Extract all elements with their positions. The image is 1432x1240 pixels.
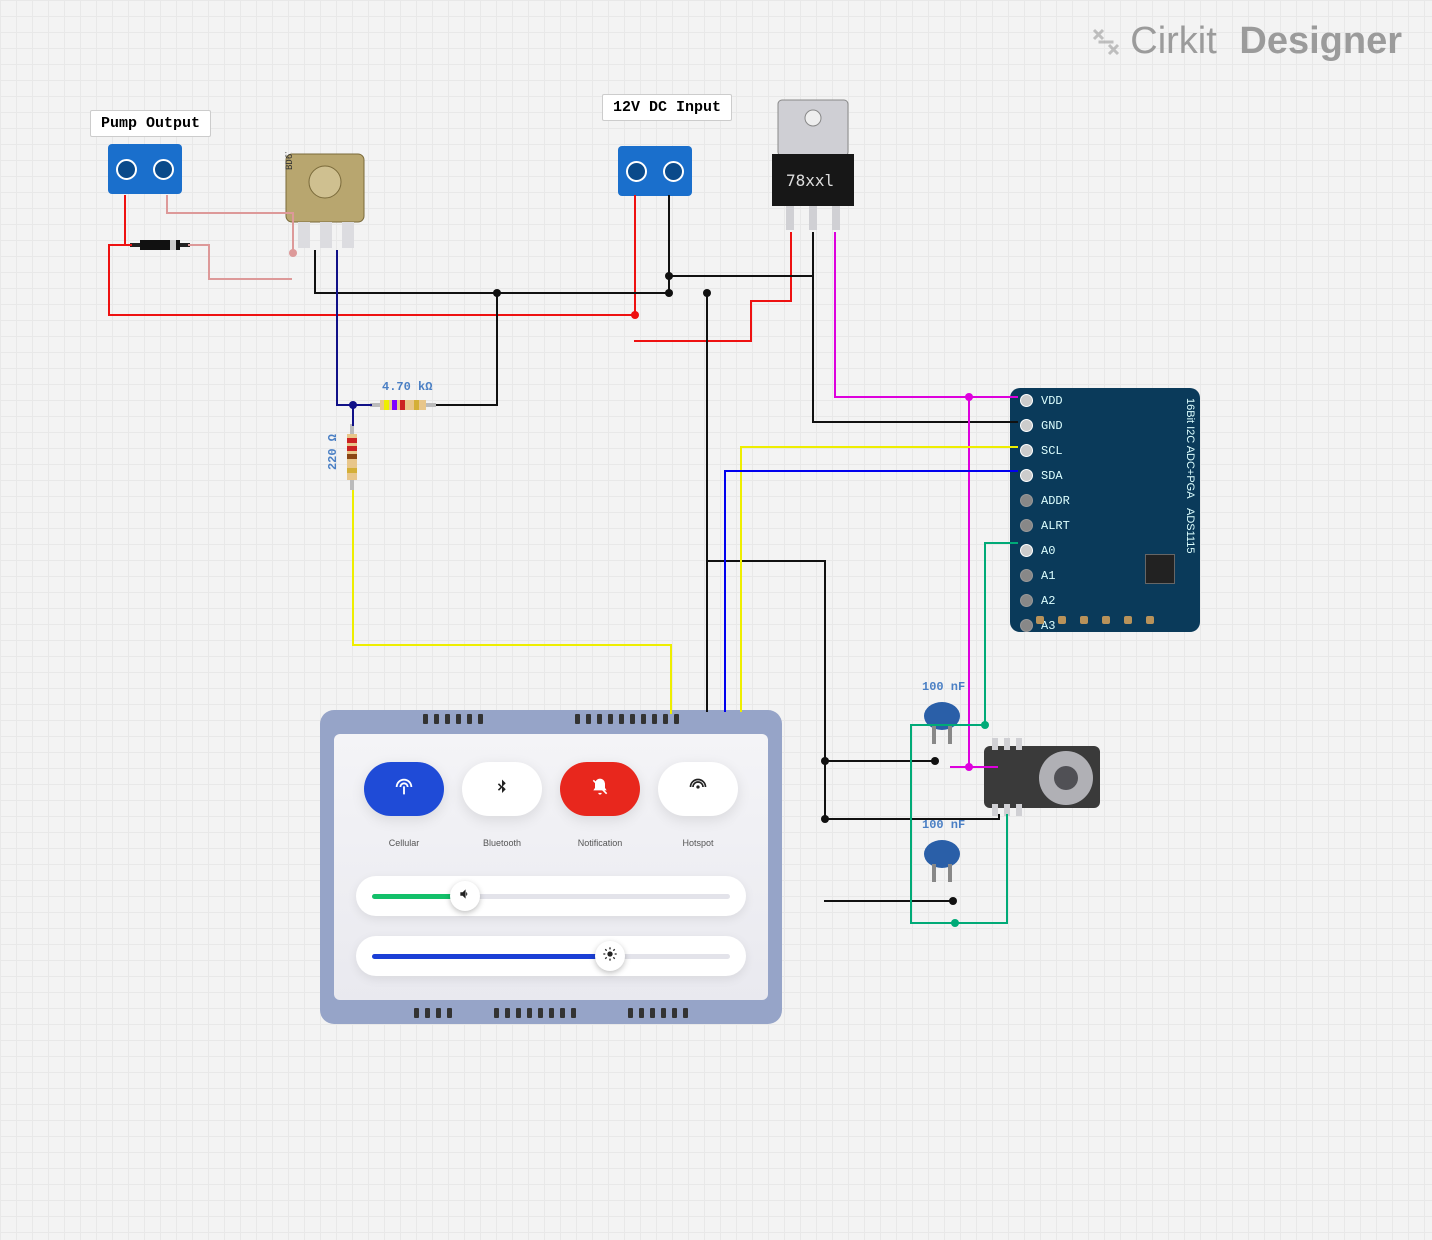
ads1115-pin-dot <box>1020 619 1033 632</box>
ads1115-pin-gnd[interactable]: GND <box>1010 413 1200 438</box>
ads1115-side-label-1: 16Bit I2C ADC+PGA <box>1184 398 1196 499</box>
ads1115-pin-dot <box>1020 444 1033 457</box>
slider-track <box>372 894 730 899</box>
ads1115-pin-label: A0 <box>1041 544 1055 558</box>
flyback-diode[interactable] <box>130 238 190 252</box>
terminal-pump[interactable] <box>108 144 182 194</box>
display-screen[interactable]: Cellular Bluetooth Notification Hotspot <box>334 734 768 1000</box>
cellular-icon <box>393 776 415 803</box>
ads1115-pin-scl[interactable]: SCL <box>1010 438 1200 463</box>
ads1115-pin-sda[interactable]: SDA <box>1010 463 1200 488</box>
pill-label-bluetooth: Bluetooth <box>462 838 542 848</box>
pill-label-notification: Notification <box>560 838 640 848</box>
slider-knob-brightness[interactable] <box>595 941 625 971</box>
voltage-regulator[interactable]: 78xxl <box>768 98 858 233</box>
terminal-pump-pin1[interactable] <box>116 159 137 180</box>
terminal-dcin-pos[interactable] <box>626 161 647 182</box>
pressure-sensor[interactable] <box>984 738 1100 816</box>
svg-text:78xxl: 78xxl <box>786 171 834 190</box>
capacitor-top[interactable] <box>920 700 964 746</box>
ads1115-pin-dot <box>1020 544 1033 557</box>
pill-label-hotspot: Hotspot <box>658 838 738 848</box>
label-cap-bottom: 100 nF <box>922 818 965 832</box>
ads1115-pin-label: SDA <box>1041 469 1063 483</box>
label-dc-input[interactable]: 12V DC Input <box>602 94 732 121</box>
volume-icon <box>458 887 472 906</box>
slider-knob-volume[interactable] <box>450 881 480 911</box>
pill-hotspot[interactable] <box>658 762 738 816</box>
ads1115-pin-label: ADDR <box>1041 494 1070 508</box>
ads1115-pin-dot <box>1020 519 1033 532</box>
resistor-220[interactable] <box>345 424 359 490</box>
bluetooth-icon <box>493 778 511 801</box>
pill-label-cellular: Cellular <box>364 838 444 848</box>
slider-volume[interactable] <box>356 876 746 916</box>
ads1115-pin-dot <box>1020 569 1033 582</box>
hotspot-icon <box>688 777 708 802</box>
touchscreen-display[interactable]: Cellular Bluetooth Notification Hotspot <box>320 710 782 1024</box>
terminal-dcin[interactable] <box>618 146 692 196</box>
ads1115-pin-a2[interactable]: A2 <box>1010 588 1200 613</box>
capacitor-bottom[interactable] <box>920 838 964 884</box>
slider-track <box>372 954 730 959</box>
sun-icon <box>602 946 618 967</box>
ads1115-pin-alrt[interactable]: ALRT <box>1010 513 1200 538</box>
terminal-pump-pin2[interactable] <box>153 159 174 180</box>
ads1115-chip <box>1145 554 1175 584</box>
slider-brightness[interactable] <box>356 936 746 976</box>
notification-icon <box>590 777 610 802</box>
schematic-canvas[interactable]: Pump Output 12V DC Input BD677 <box>0 0 1432 1240</box>
ads1115-side-label-2: ADS1115 <box>1184 508 1196 553</box>
ads1115-pin-dot <box>1020 469 1033 482</box>
ads1115-pin-label: VDD <box>1041 394 1063 408</box>
label-resistor-4k7: 4.70 kΩ <box>382 380 432 394</box>
ads1115-pin-dot <box>1020 594 1033 607</box>
resistor-4k7[interactable] <box>370 398 436 412</box>
ads1115-pin-label: A1 <box>1041 569 1055 583</box>
label-pump-output[interactable]: Pump Output <box>90 110 211 137</box>
ads1115-pin-label: SCL <box>1041 444 1063 458</box>
label-resistor-220: 220 Ω <box>326 434 340 470</box>
slider-fill <box>372 954 605 959</box>
ads1115-pin-dot <box>1020 394 1033 407</box>
ads1115-pin-dot <box>1020 494 1033 507</box>
pill-notification[interactable] <box>560 762 640 816</box>
ads1115-pin-vdd[interactable]: VDD <box>1010 388 1200 413</box>
ads1115-pin-label: ALRT <box>1041 519 1070 533</box>
pill-bluetooth[interactable] <box>462 762 542 816</box>
ads1115-pin-dot <box>1020 419 1033 432</box>
label-cap-top: 100 nF <box>922 680 965 694</box>
ads1115-pin-label: A2 <box>1041 594 1055 608</box>
terminal-dcin-neg[interactable] <box>663 161 684 182</box>
ads1115-module[interactable]: VDDGNDSCLSDAADDRALRTA0A1A2A3 16Bit I2C A… <box>1010 388 1200 632</box>
ads1115-pin-label: GND <box>1041 419 1063 433</box>
pill-cellular[interactable] <box>364 762 444 816</box>
ads1115-pin-addr[interactable]: ADDR <box>1010 488 1200 513</box>
svg-text:BD677: BD677 <box>285 152 295 170</box>
